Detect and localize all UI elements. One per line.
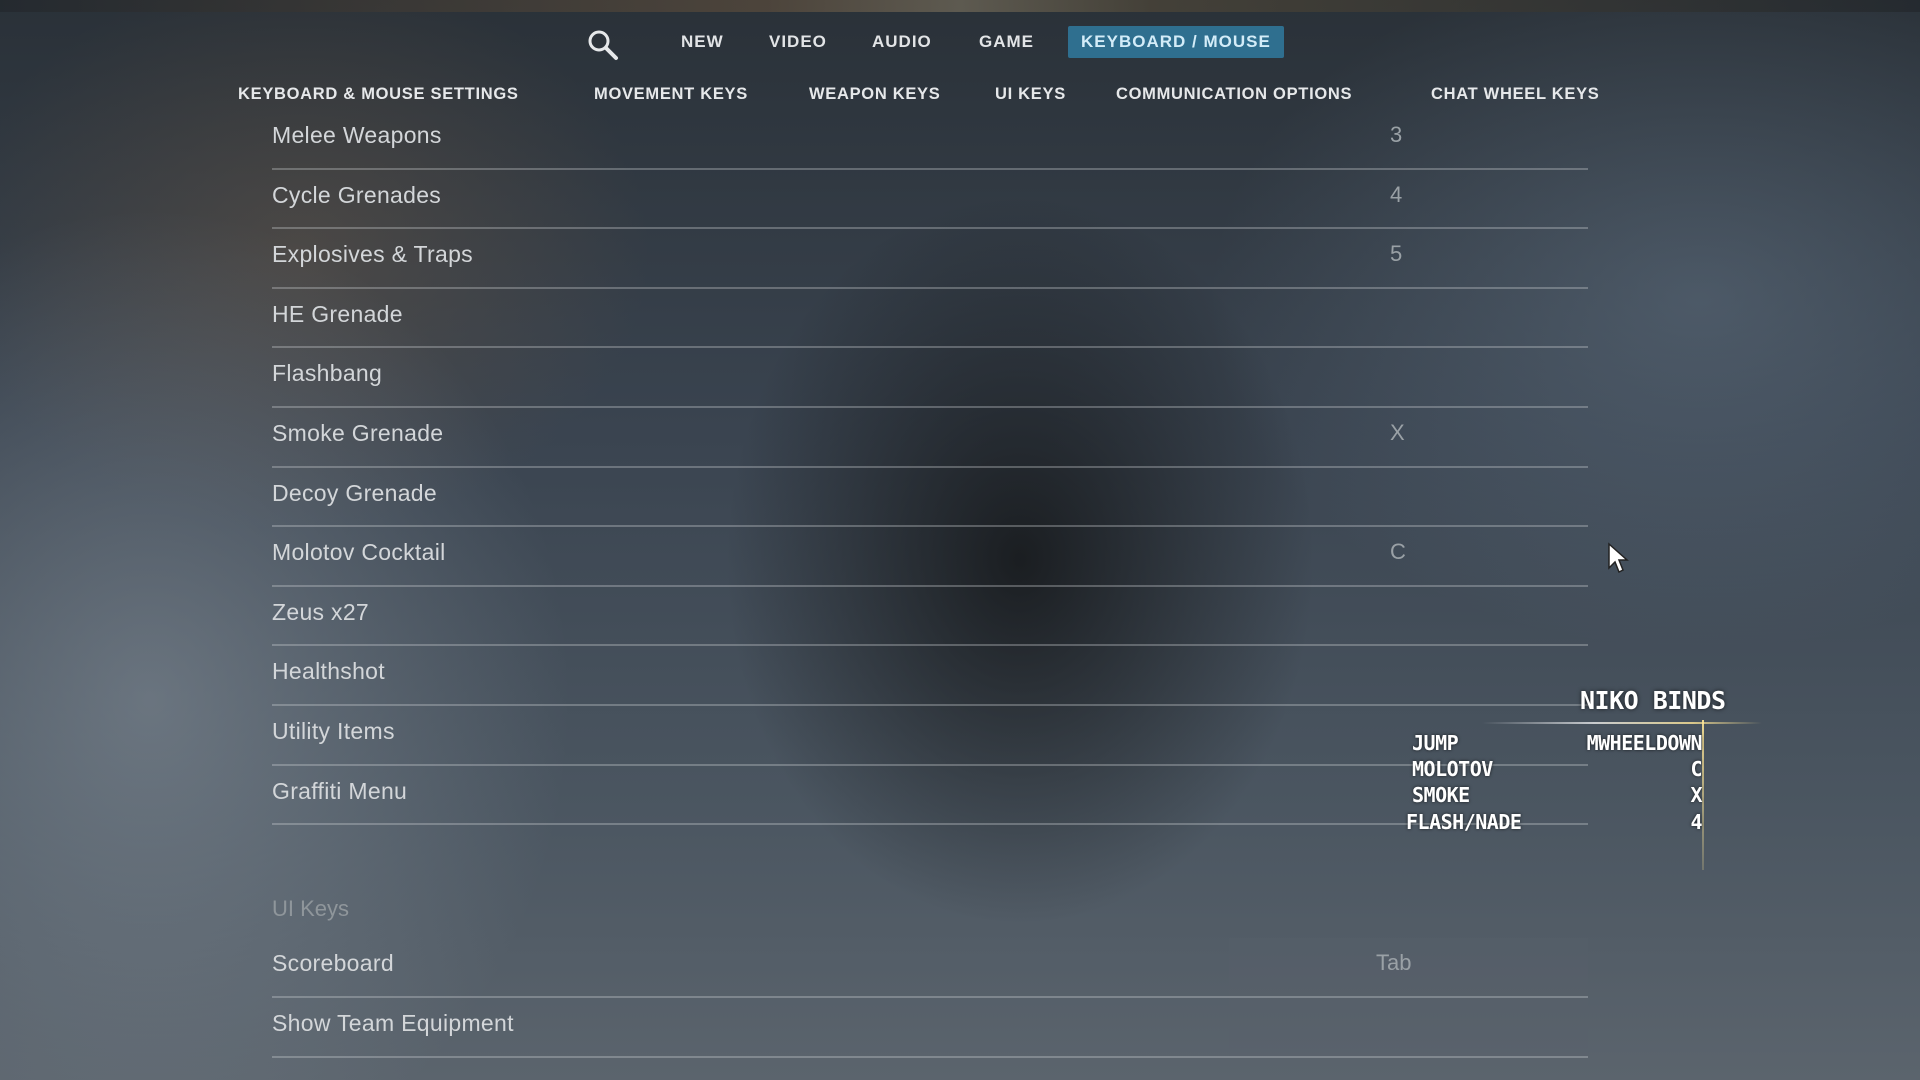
keybind-key-value[interactable]: 4 [1390, 182, 1552, 208]
keybind-row-scoreboard[interactable]: Scoreboard Tab [272, 938, 1588, 998]
overlay-bind-action: FLASH/NADE [1406, 810, 1522, 834]
keybind-action-label: Cycle Grenades [272, 181, 442, 208]
keybind-key-value[interactable]: C [1390, 539, 1552, 565]
keybind-action-label: Scoreboard [272, 950, 394, 976]
keybind-row-melee-weapons[interactable]: Melee Weapons 3 [272, 110, 1588, 170]
keybind-key-value[interactable]: Tab [1376, 950, 1538, 976]
settings-sub-nav: KEYBOARD & MOUSE SETTINGS MOVEMENT KEYS … [0, 80, 1920, 110]
keybind-key-value[interactable] [1402, 301, 1552, 327]
tab-game[interactable]: GAME [979, 26, 1034, 58]
search-icon [588, 30, 618, 60]
niko-binds-overlay: NIKO BINDS JUMP MWHEELDOWN MOLOTOV C SMO… [1402, 684, 1762, 870]
keybind-action-label: HE Grenade [272, 300, 403, 327]
overlay-bind-value: MWHEELDOWN [1586, 731, 1703, 755]
keybind-row-decoy-grenade[interactable]: Decoy Grenade [272, 468, 1588, 528]
overlay-bind-action: MOLOTOV [1412, 757, 1493, 781]
keybind-key-value[interactable] [1402, 360, 1552, 386]
keybind-action-label: Smoke Grenade [272, 419, 444, 446]
overlay-bind-action: JUMP [1412, 731, 1459, 755]
tab-audio[interactable]: AUDIO [872, 26, 932, 58]
keybind-row-healthshot[interactable]: Healthshot [272, 646, 1588, 706]
keybind-row-flashbang[interactable]: Flashbang [272, 348, 1588, 408]
keybind-row-molotov-cocktail[interactable]: Molotov Cocktail C [272, 527, 1588, 587]
overlay-bind-action: SMOKE [1412, 783, 1470, 807]
weapon-keys-list: Melee Weapons 3 Cycle Grenades 4 Explosi… [272, 110, 1588, 826]
keybind-action-label: Graffiti Menu [272, 777, 408, 804]
overlay-bind-row: MOLOTOV C [1412, 757, 1702, 783]
tab-new[interactable]: NEW [681, 26, 724, 58]
keybind-row-show-team-equipment[interactable]: Show Team Equipment [272, 998, 1588, 1058]
keybind-row-utility-items[interactable]: Utility Items [272, 706, 1588, 766]
tab-keyboard-mouse[interactable]: KEYBOARD / MOUSE [1068, 26, 1284, 58]
overlay-divider [1482, 722, 1762, 724]
top-backdrop-strip [0, 0, 1920, 12]
keybind-key-value[interactable]: 3 [1390, 122, 1552, 148]
overlay-title: NIKO BINDS [1580, 686, 1726, 715]
settings-top-nav: NEW VIDEO AUDIO GAME KEYBOARD / MOUSE [0, 20, 1920, 60]
overlay-bind-row: JUMP MWHEELDOWN [1412, 731, 1703, 757]
keybind-row-explosives-traps[interactable]: Explosives & Traps 5 [272, 229, 1588, 289]
overlay-bind-row: SMOKE X [1412, 783, 1702, 809]
keybind-action-label: Explosives & Traps [272, 241, 473, 268]
keybind-action-label: Decoy Grenade [272, 479, 437, 506]
mouse-cursor-icon [1608, 542, 1629, 574]
subtab-chat-wheel-keys[interactable]: CHAT WHEEL KEYS [1431, 80, 1599, 108]
subtab-ui-keys[interactable]: UI KEYS [995, 80, 1066, 108]
search-button[interactable] [585, 27, 621, 63]
keybind-action-label: Melee Weapons [272, 122, 442, 148]
keybind-key-value[interactable] [1402, 658, 1552, 684]
keybind-action-label: Molotov Cocktail [272, 539, 446, 566]
overlay-bind-value: 4 [1690, 810, 1702, 834]
keybind-row-smoke-grenade[interactable]: Smoke Grenade X [272, 408, 1588, 468]
keybind-action-label: Show Team Equipment [272, 1010, 514, 1036]
keybind-row-cycle-grenades[interactable]: Cycle Grenades 4 [272, 170, 1588, 230]
keybind-action-label: Zeus x27 [272, 598, 370, 625]
keybind-action-label: Healthshot [272, 658, 385, 685]
tab-video[interactable]: VIDEO [769, 26, 827, 58]
keybind-key-value[interactable] [1402, 599, 1552, 625]
subtab-keyboard-mouse-settings[interactable]: KEYBOARD & MOUSE SETTINGS [238, 80, 519, 108]
keybind-row-zeus-x27[interactable]: Zeus x27 [272, 587, 1588, 647]
overlay-bind-value: X [1690, 783, 1702, 807]
overlay-bind-row: FLASH/NADE 4 [1406, 810, 1702, 836]
keybind-row-graffiti-menu[interactable]: Graffiti Menu [272, 766, 1588, 826]
keybind-row-he-grenade[interactable]: HE Grenade [272, 289, 1588, 349]
subtab-movement-keys[interactable]: MOVEMENT KEYS [594, 80, 748, 108]
keybind-key-value[interactable]: X [1390, 420, 1552, 446]
keybind-action-label: Utility Items [272, 717, 395, 744]
ui-keys-list: Scoreboard Tab Show Team Equipment [272, 938, 1588, 1058]
overlay-vertical-rule [1702, 720, 1704, 870]
keybind-key-value[interactable] [1388, 1010, 1538, 1036]
subtab-weapon-keys[interactable]: WEAPON KEYS [809, 80, 940, 108]
subtab-communication-options[interactable]: COMMUNICATION OPTIONS [1116, 80, 1352, 108]
keybind-key-value[interactable]: 5 [1390, 241, 1552, 267]
keybind-action-label: Flashbang [272, 360, 383, 387]
keybind-key-value[interactable] [1402, 480, 1552, 506]
section-title-ui-keys: UI Keys [272, 896, 350, 921]
overlay-bind-value: C [1690, 757, 1702, 781]
